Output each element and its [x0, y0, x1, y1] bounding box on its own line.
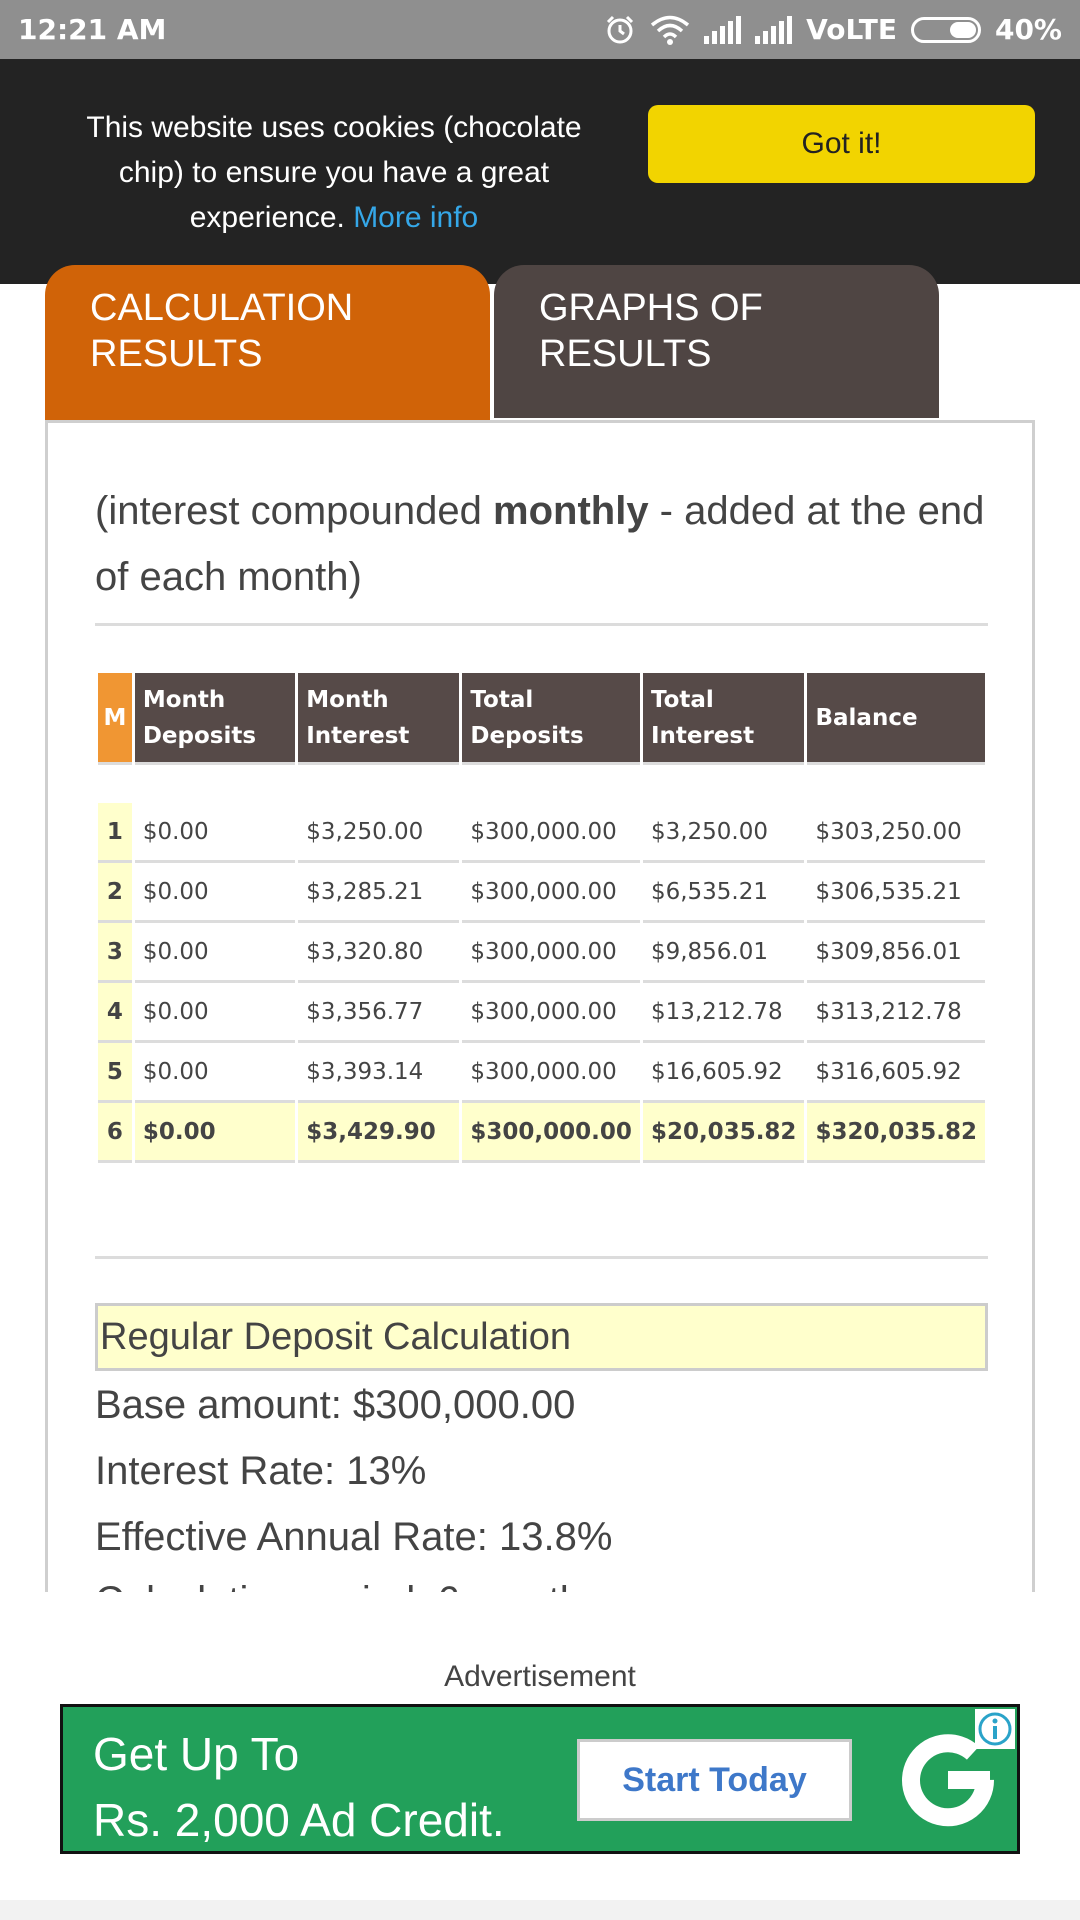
table-row: 3 $0.00 $3,320.80 $300,000.00 $9,856.01 …	[98, 923, 985, 983]
signal-icon	[704, 15, 742, 44]
cell-month-deposits: $0.00	[134, 803, 296, 863]
cookie-message: This website uses cookies (chocolate chi…	[60, 105, 608, 240]
table-header-row: M Month Deposits Month Interest Total De…	[98, 673, 985, 765]
alarm-icon	[607, 15, 634, 43]
ad-headline: Get Up To Rs. 2,000 Ad Credit.	[93, 1721, 505, 1853]
header-month: M	[98, 673, 132, 765]
wifi-icon	[651, 15, 690, 45]
tab-graphs-of-results[interactable]: GRAPHS OF RESULTS	[494, 265, 939, 418]
cell-total-interest: $3,250.00	[642, 803, 805, 863]
table-row-final: 6 $0.00 $3,429.90 $300,000.00 $20,035.82…	[98, 1103, 985, 1163]
cell-month-deposits: $0.00	[134, 863, 296, 923]
cookie-accept-button[interactable]: Got it!	[648, 105, 1035, 183]
signal-icon-2	[755, 15, 793, 44]
header-balance: Balance	[807, 673, 985, 765]
ad-label: Advertisement	[444, 1660, 636, 1693]
status-time: 12:21 AM	[18, 13, 167, 46]
cell-month-interest: $3,356.77	[298, 983, 460, 1043]
summary-period: Calculation period: 6 months	[95, 1579, 602, 1592]
cell-total-deposits: $300,000.00	[462, 923, 640, 983]
cell-total-deposits: $300,000.00	[462, 863, 640, 923]
header-month-interest: Month Interest	[298, 673, 460, 765]
cell-month-interest: $3,393.14	[298, 1043, 460, 1103]
cell-total-interest: $9,856.01	[642, 923, 805, 983]
note-prefix: (interest compounded	[95, 489, 494, 533]
summary-interest-rate: Interest Rate: 13%	[95, 1449, 427, 1493]
table-spacer	[98, 765, 985, 803]
cell-month-deposits: $0.00	[134, 1043, 296, 1103]
divider	[95, 1256, 988, 1259]
ad-start-today-button[interactable]: Start Today	[577, 1739, 852, 1821]
cell-month-interest: $3,429.90	[298, 1103, 460, 1163]
summary-effective-rate: Effective Annual Rate: 13.8%	[95, 1515, 613, 1559]
cookie-message-text: This website uses cookies (chocolate chi…	[86, 111, 582, 234]
table-row: 1 $0.00 $3,250.00 $300,000.00 $3,250.00 …	[98, 803, 985, 863]
cell-total-deposits: $300,000.00	[462, 1043, 640, 1103]
network-label: VoLTE	[806, 13, 897, 46]
table-row: 2 $0.00 $3,285.21 $300,000.00 $6,535.21 …	[98, 863, 985, 923]
cell-balance: $309,856.01	[807, 923, 985, 983]
cell-month-interest: $3,250.00	[298, 803, 460, 863]
cell-month: 3	[98, 923, 132, 983]
ad-info-icon[interactable]	[975, 1709, 1015, 1749]
cell-total-deposits: $300,000.00	[462, 1103, 640, 1163]
cell-month-deposits: $0.00	[134, 1103, 296, 1163]
summary-base-amount: Base amount: $300,000.00	[95, 1383, 576, 1427]
cell-month: 4	[98, 983, 132, 1043]
tab-calculation-results[interactable]: CALCULATION RESULTS	[45, 265, 490, 420]
cookie-more-info-link[interactable]: More info	[353, 201, 478, 234]
ad-banner[interactable]: Get Up To Rs. 2,000 Ad Credit. Start Tod…	[60, 1704, 1020, 1854]
divider	[95, 623, 988, 626]
cell-month: 2	[98, 863, 132, 923]
cell-balance: $316,605.92	[807, 1043, 985, 1103]
header-total-interest: Total Interest	[642, 673, 805, 765]
cell-month-deposits: $0.00	[134, 983, 296, 1043]
cell-total-deposits: $300,000.00	[462, 983, 640, 1043]
results-table: M Month Deposits Month Interest Total De…	[95, 673, 988, 1163]
ad-line-1: Get Up To	[93, 1728, 300, 1780]
cell-month-interest: $3,285.21	[298, 863, 460, 923]
cell-month: 5	[98, 1043, 132, 1103]
cell-total-interest: $13,212.78	[642, 983, 805, 1043]
compounding-note: (interest compounded monthly - added at …	[95, 478, 995, 610]
cell-month-deposits: $0.00	[134, 923, 296, 983]
battery-percent: 40%	[994, 13, 1062, 46]
status-icons: VoLTE 40%	[604, 13, 1062, 46]
cell-total-interest: $6,535.21	[642, 863, 805, 923]
cell-balance: $303,250.00	[807, 803, 985, 863]
cell-month-interest: $3,320.80	[298, 923, 460, 983]
cell-month: 6	[98, 1103, 132, 1163]
cell-total-interest: $20,035.82	[642, 1103, 805, 1163]
cell-month: 1	[98, 803, 132, 863]
ad-line-2: Rs. 2,000 Ad Credit.	[93, 1794, 505, 1846]
bottom-strip	[0, 1900, 1080, 1920]
cell-balance: $320,035.82	[807, 1103, 985, 1163]
note-frequency: monthly	[493, 489, 649, 533]
cell-balance: $306,535.21	[807, 863, 985, 923]
table-row: 4 $0.00 $3,356.77 $300,000.00 $13,212.78…	[98, 983, 985, 1043]
header-total-deposits: Total Deposits	[462, 673, 640, 765]
cell-total-deposits: $300,000.00	[462, 803, 640, 863]
battery-icon	[910, 16, 981, 43]
table-row: 5 $0.00 $3,393.14 $300,000.00 $16,605.92…	[98, 1043, 985, 1103]
header-month-deposits: Month Deposits	[134, 673, 296, 765]
status-bar: 12:21 AM VoLTE 40%	[0, 0, 1080, 59]
cookie-banner: This website uses cookies (chocolate chi…	[0, 59, 1080, 284]
results-panel: (interest compounded monthly - added at …	[45, 420, 1035, 1592]
cell-balance: $313,212.78	[807, 983, 985, 1043]
summary-title: Regular Deposit Calculation	[95, 1303, 988, 1371]
cell-total-interest: $16,605.92	[642, 1043, 805, 1103]
